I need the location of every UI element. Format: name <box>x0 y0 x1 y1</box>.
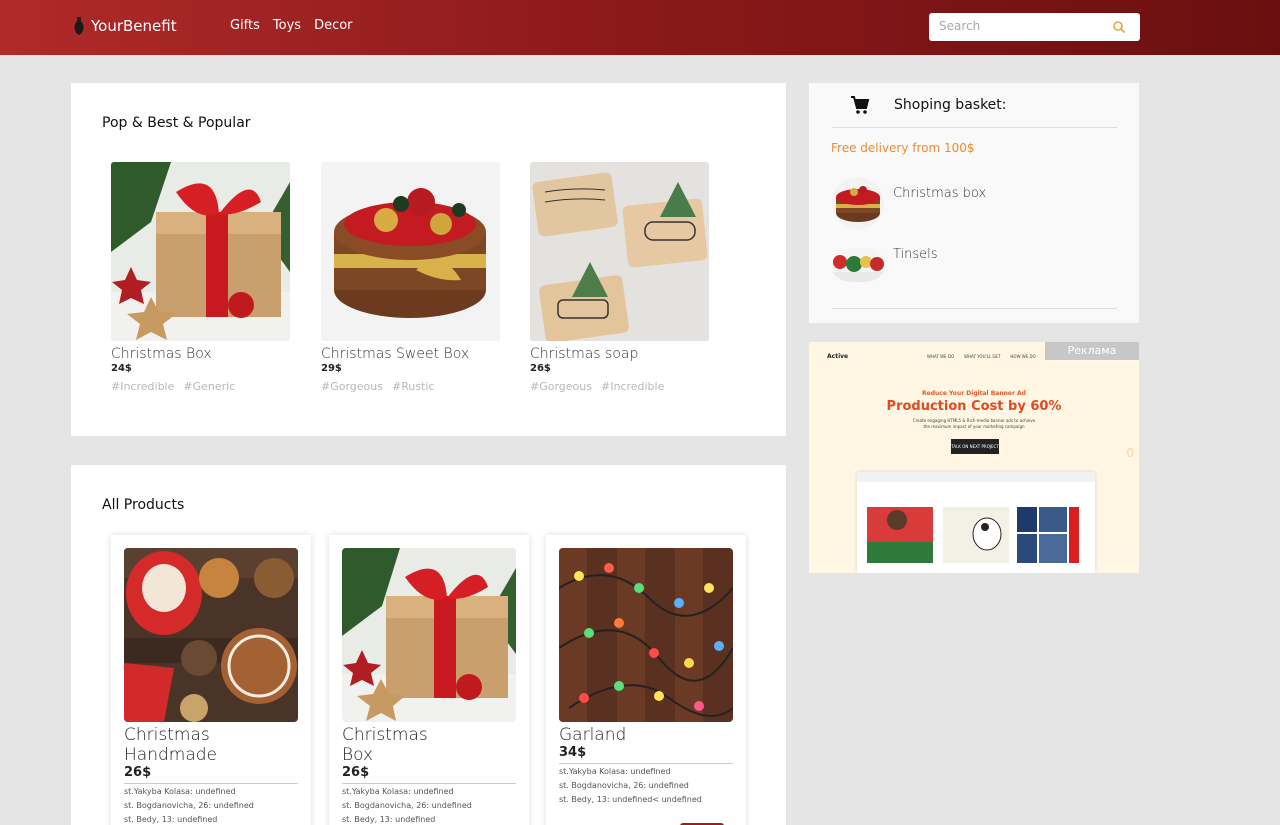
ad-subtitle: Reduce Your Digital Banner Ad <box>922 390 1026 397</box>
address-line: st. Bogdanovicha, 26: undefined <box>124 801 254 810</box>
ad-headline: Production Cost by 60% <box>886 399 1062 414</box>
ad-badge: Реклама <box>1045 342 1139 360</box>
product-name: Christmas Sweet Box <box>321 346 470 362</box>
tag[interactable]: #Gorgeous <box>530 380 592 393</box>
product-price: 24$ <box>111 363 132 374</box>
ad-nav: WHAT WE DO WHAT YOU'LL GET HOW WE DO WOR… <box>927 354 1058 359</box>
tag[interactable]: #Gorgeous <box>321 380 383 393</box>
popular-card[interactable]: Christmas soap 26$ #Gorgeous #Incredible <box>530 162 710 393</box>
main-nav: Gifts Toys Decor <box>230 18 353 33</box>
product-card[interactable]: Garland 34$ st.Yakyba Kolasa: undefined … <box>546 535 746 825</box>
ad-nav-item: WHAT YOU'LL GET <box>964 354 1001 359</box>
garland-image <box>559 548 733 722</box>
address-line: st. Bedy, 13: undefined <box>342 815 436 824</box>
address-line: st.Yakyba Kolasa: undefined <box>124 787 236 796</box>
product-tags: #Gorgeous #Rustic <box>321 380 501 393</box>
product-card[interactable]: Christmas Handmade 26$ st.Yakyba Kolasa:… <box>111 535 311 825</box>
tag[interactable]: #Generic <box>183 380 235 393</box>
christmas-handmade-image <box>124 548 298 722</box>
divider <box>832 308 1117 309</box>
christmas-soap-image <box>530 162 709 341</box>
ad-description: Create engaging HTML5 & Rich-media banne… <box>912 418 1036 429</box>
advertisement-banner[interactable]: Active WHAT WE DO WHAT YOU'LL GET HOW WE… <box>809 342 1139 573</box>
christmas-box-image <box>342 548 516 722</box>
basket-item-name[interactable]: Christmas box <box>893 186 986 201</box>
christmas-box-image <box>111 162 290 341</box>
popular-card[interactable]: Christmas Sweet Box 29$ #Gorgeous #Rusti… <box>321 162 501 393</box>
ornament-logo-icon <box>74 17 84 35</box>
search-input[interactable] <box>939 19 1099 33</box>
logo-text: YourBenefit <box>91 17 177 35</box>
ad-nav-item: WHAT WE DO <box>927 354 955 359</box>
product-name: Christmas Box <box>111 346 212 362</box>
ad-preview-window <box>857 472 1095 573</box>
basket-title: Shoping basket: <box>894 97 1007 113</box>
product-price: 34$ <box>559 745 587 760</box>
product-name: Garland <box>559 725 627 745</box>
divider <box>559 763 733 764</box>
ad-brand: Active <box>827 353 849 360</box>
search-box <box>929 13 1140 41</box>
product-price: 26$ <box>530 363 551 374</box>
product-card[interactable]: Christmas Box 26$ st.Yakyba Kolasa: unde… <box>329 535 529 825</box>
divider <box>124 783 298 784</box>
address-line: st. Bogdanovicha, 26: undefined <box>559 781 689 790</box>
nav-gifts[interactable]: Gifts <box>230 18 260 33</box>
product-name: Christmas Handmade <box>124 725 217 765</box>
product-name: Christmas Box <box>342 725 428 765</box>
product-price: 26$ <box>124 765 152 780</box>
ad-cta-button[interactable]: TALK ON NEXT PROJECT <box>951 439 999 454</box>
logo[interactable]: YourBenefit <box>72 16 177 36</box>
free-delivery-note: Free delivery from 100$ <box>831 141 975 155</box>
address-line: st.Yakyba Kolasa: undefined <box>559 767 671 776</box>
basket-item-thumbnail <box>832 177 884 229</box>
product-price: 26$ <box>342 765 370 780</box>
divider <box>832 127 1117 128</box>
product-tags: #Gorgeous #Incredible <box>530 380 710 393</box>
tag[interactable]: #Rustic <box>392 380 435 393</box>
ad-nav-item: HOW WE DO <box>1010 354 1036 359</box>
christmas-sweet-box-image <box>321 162 500 341</box>
nav-toys[interactable]: Toys <box>273 18 301 33</box>
product-name: Christmas soap <box>530 346 639 362</box>
product-price: 29$ <box>321 363 342 374</box>
popular-title: Pop & Best & Popular <box>102 115 251 131</box>
basket-header: Shoping basket: <box>850 95 1007 115</box>
nav-decor[interactable]: Decor <box>314 18 352 33</box>
tag[interactable]: #Incredible <box>601 380 664 393</box>
popular-card[interactable]: Christmas Box 24$ #Incredible #Generic <box>111 162 291 393</box>
search-icon[interactable] <box>1112 20 1126 34</box>
tag[interactable]: #Incredible <box>111 380 174 393</box>
ad-counter: 0 <box>1126 446 1134 460</box>
address-line: st. Bedy, 13: undefined< undefined <box>559 795 702 804</box>
address-line: st.Yakyba Kolasa: undefined <box>342 787 454 796</box>
product-tags: #Incredible #Generic <box>111 380 291 393</box>
basket-item-thumbnail <box>832 248 884 282</box>
top-header: YourBenefit Gifts Toys Decor <box>0 0 1280 55</box>
shopping-cart-icon[interactable] <box>850 95 870 115</box>
all-products-title: All Products <box>102 497 185 513</box>
address-line: st. Bedy, 13: undefined <box>124 815 218 824</box>
basket-item-name[interactable]: Tinsels <box>893 247 938 262</box>
divider <box>342 783 516 784</box>
address-line: st. Bogdanovicha, 26: undefined <box>342 801 472 810</box>
